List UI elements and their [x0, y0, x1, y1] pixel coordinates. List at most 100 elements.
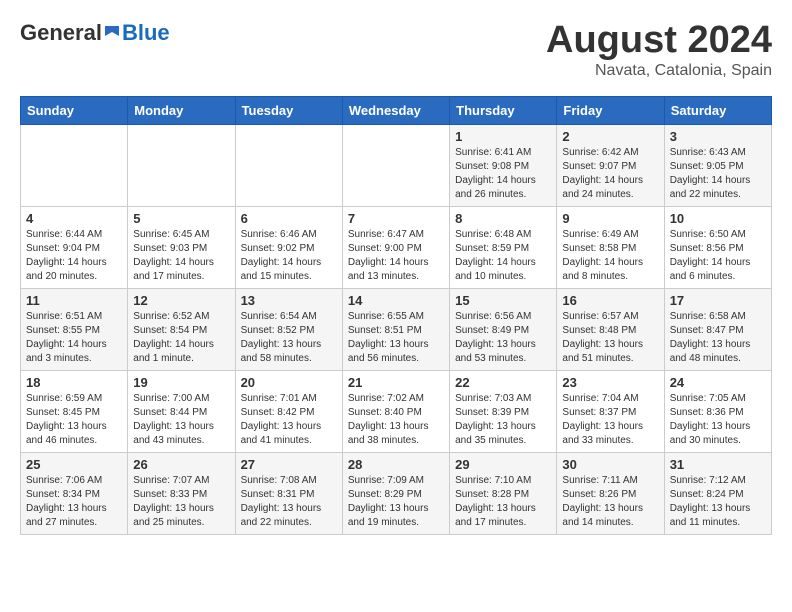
day-info: Sunrise: 7:12 AM Sunset: 8:24 PM Dayligh… — [670, 474, 766, 530]
day-number: 29 — [455, 457, 551, 472]
day-number: 17 — [670, 293, 766, 308]
day-info: Sunrise: 7:01 AM Sunset: 8:42 PM Dayligh… — [241, 392, 337, 448]
day-info: Sunrise: 6:56 AM Sunset: 8:49 PM Dayligh… — [455, 310, 551, 366]
calendar-week-row: 11 Sunrise: 6:51 AM Sunset: 8:55 PM Dayli… — [21, 288, 772, 370]
day-number: 28 — [348, 457, 444, 472]
day-number: 7 — [348, 211, 444, 226]
day-info: Sunrise: 7:04 AM Sunset: 8:37 PM Dayligh… — [562, 392, 658, 448]
calendar-cell: 2Sunrise: 6:42 AM Sunset: 9:07 PM Daylig… — [557, 124, 664, 206]
calendar-week-row: 4 Sunrise: 6:44 AM Sunset: 9:04 PM Daylig… — [21, 206, 772, 288]
day-number: 27 — [241, 457, 337, 472]
calendar-cell: 15 Sunrise: 6:56 AM Sunset: 8:49 PM Dayli… — [450, 288, 557, 370]
weekday-header-saturday: Saturday — [664, 96, 771, 124]
day-info: Sunrise: 7:06 AM Sunset: 8:34 PM Dayligh… — [26, 474, 122, 530]
calendar-cell: 14 Sunrise: 6:55 AM Sunset: 8:51 PM Dayli… — [342, 288, 449, 370]
day-info: Sunrise: 6:50 AM Sunset: 8:56 PM Dayligh… — [670, 228, 766, 284]
day-info: Sunrise: 7:02 AM Sunset: 8:40 PM Dayligh… — [348, 392, 444, 448]
calendar-cell — [342, 124, 449, 206]
day-number: 14 — [348, 293, 444, 308]
day-info: Sunrise: 6:59 AM Sunset: 8:45 PM Dayligh… — [26, 392, 122, 448]
day-info: Sunrise: 6:45 AM Sunset: 9:03 PM Dayligh… — [133, 228, 229, 284]
logo-general: General — [20, 20, 102, 46]
day-number: 10 — [670, 211, 766, 226]
day-info: Sunrise: 6:41 AM Sunset: 9:08 PM Dayligh… — [455, 146, 551, 202]
day-info: Sunrise: 6:48 AM Sunset: 8:59 PM Dayligh… — [455, 228, 551, 284]
day-number: 5 — [133, 211, 229, 226]
calendar-cell: 30 Sunrise: 7:11 AM Sunset: 8:26 PM Dayli… — [557, 452, 664, 534]
calendar-cell: 25 Sunrise: 7:06 AM Sunset: 8:34 PM Dayli… — [21, 452, 128, 534]
calendar-cell: 19 Sunrise: 7:00 AM Sunset: 8:44 PM Dayli… — [128, 370, 235, 452]
calendar-cell: 29 Sunrise: 7:10 AM Sunset: 8:28 PM Dayli… — [450, 452, 557, 534]
logo-blue: Blue — [122, 20, 170, 46]
day-info: Sunrise: 7:03 AM Sunset: 8:39 PM Dayligh… — [455, 392, 551, 448]
day-info: Sunrise: 7:00 AM Sunset: 8:44 PM Dayligh… — [133, 392, 229, 448]
day-number: 9 — [562, 211, 658, 226]
day-number: 31 — [670, 457, 766, 472]
title-block: August 2024 Navata, Catalonia, Spain — [546, 20, 772, 80]
weekday-header-monday: Monday — [128, 96, 235, 124]
calendar-cell: 11 Sunrise: 6:51 AM Sunset: 8:55 PM Dayli… — [21, 288, 128, 370]
weekday-header-thursday: Thursday — [450, 96, 557, 124]
day-number: 18 — [26, 375, 122, 390]
day-number: 22 — [455, 375, 551, 390]
day-info: Sunrise: 6:44 AM Sunset: 9:04 PM Dayligh… — [26, 228, 122, 284]
day-info: Sunrise: 6:51 AM Sunset: 8:55 PM Dayligh… — [26, 310, 122, 366]
calendar-cell: 13 Sunrise: 6:54 AM Sunset: 8:52 PM Dayli… — [235, 288, 342, 370]
weekday-header-wednesday: Wednesday — [342, 96, 449, 124]
day-number: 26 — [133, 457, 229, 472]
day-number: 1 — [455, 129, 551, 144]
calendar-cell: 20Sunrise: 7:01 AM Sunset: 8:42 PM Dayli… — [235, 370, 342, 452]
day-number: 8 — [455, 211, 551, 226]
day-info: Sunrise: 6:57 AM Sunset: 8:48 PM Dayligh… — [562, 310, 658, 366]
calendar-cell: 27Sunrise: 7:08 AM Sunset: 8:31 PM Dayli… — [235, 452, 342, 534]
calendar-week-row: 1 Sunrise: 6:41 AM Sunset: 9:08 PM Daylig… — [21, 124, 772, 206]
day-number: 4 — [26, 211, 122, 226]
calendar-cell: 12 Sunrise: 6:52 AM Sunset: 8:54 PM Dayli… — [128, 288, 235, 370]
day-info: Sunrise: 6:43 AM Sunset: 9:05 PM Dayligh… — [670, 146, 766, 202]
calendar-cell: 6 Sunrise: 6:46 AM Sunset: 9:02 PM Daylig… — [235, 206, 342, 288]
calendar-cell — [235, 124, 342, 206]
day-info: Sunrise: 7:11 AM Sunset: 8:26 PM Dayligh… — [562, 474, 658, 530]
day-number: 16 — [562, 293, 658, 308]
day-info: Sunrise: 6:52 AM Sunset: 8:54 PM Dayligh… — [133, 310, 229, 366]
day-info: Sunrise: 6:54 AM Sunset: 8:52 PM Dayligh… — [241, 310, 337, 366]
day-info: Sunrise: 6:47 AM Sunset: 9:00 PM Dayligh… — [348, 228, 444, 284]
logo: General Blue — [20, 20, 170, 46]
calendar-cell: 16 Sunrise: 6:57 AM Sunset: 8:48 PM Dayli… — [557, 288, 664, 370]
day-number: 25 — [26, 457, 122, 472]
day-info: Sunrise: 6:46 AM Sunset: 9:02 PM Dayligh… — [241, 228, 337, 284]
calendar-cell: 23Sunrise: 7:04 AM Sunset: 8:37 PM Dayli… — [557, 370, 664, 452]
day-info: Sunrise: 7:07 AM Sunset: 8:33 PM Dayligh… — [133, 474, 229, 530]
month-year: August 2024 — [546, 20, 772, 62]
day-number: 11 — [26, 293, 122, 308]
day-info: Sunrise: 6:49 AM Sunset: 8:58 PM Dayligh… — [562, 228, 658, 284]
calendar-cell: 9 Sunrise: 6:49 AM Sunset: 8:58 PM Daylig… — [557, 206, 664, 288]
calendar-cell: 4 Sunrise: 6:44 AM Sunset: 9:04 PM Daylig… — [21, 206, 128, 288]
day-info: Sunrise: 7:10 AM Sunset: 8:28 PM Dayligh… — [455, 474, 551, 530]
calendar-cell: 1 Sunrise: 6:41 AM Sunset: 9:08 PM Daylig… — [450, 124, 557, 206]
weekday-header-row: SundayMondayTuesdayWednesdayThursdayFrid… — [21, 96, 772, 124]
day-number: 30 — [562, 457, 658, 472]
day-number: 12 — [133, 293, 229, 308]
calendar-cell: 3 Sunrise: 6:43 AM Sunset: 9:05 PM Daylig… — [664, 124, 771, 206]
calendar-cell: 5 Sunrise: 6:45 AM Sunset: 9:03 PM Daylig… — [128, 206, 235, 288]
day-number: 19 — [133, 375, 229, 390]
day-info: Sunrise: 6:55 AM Sunset: 8:51 PM Dayligh… — [348, 310, 444, 366]
day-info: Sunrise: 6:42 AM Sunset: 9:07 PM Dayligh… — [562, 146, 658, 202]
calendar-cell: 10 Sunrise: 6:50 AM Sunset: 8:56 PM Dayli… — [664, 206, 771, 288]
calendar-cell: 18 Sunrise: 6:59 AM Sunset: 8:45 PM Dayli… — [21, 370, 128, 452]
day-number: 13 — [241, 293, 337, 308]
day-number: 15 — [455, 293, 551, 308]
location: Navata, Catalonia, Spain — [546, 62, 772, 80]
day-number: 24 — [670, 375, 766, 390]
calendar-table: SundayMondayTuesdayWednesdayThursdayFrid… — [20, 96, 772, 535]
weekday-header-tuesday: Tuesday — [235, 96, 342, 124]
calendar-cell: 22 Sunrise: 7:03 AM Sunset: 8:39 PM Dayli… — [450, 370, 557, 452]
day-number: 21 — [348, 375, 444, 390]
logo-flag-icon — [103, 24, 121, 42]
day-number: 3 — [670, 129, 766, 144]
calendar-cell: 21 Sunrise: 7:02 AM Sunset: 8:40 PM Dayli… — [342, 370, 449, 452]
calendar-cell: 17Sunrise: 6:58 AM Sunset: 8:47 PM Dayli… — [664, 288, 771, 370]
day-number: 6 — [241, 211, 337, 226]
calendar-week-row: 25 Sunrise: 7:06 AM Sunset: 8:34 PM Dayli… — [21, 452, 772, 534]
